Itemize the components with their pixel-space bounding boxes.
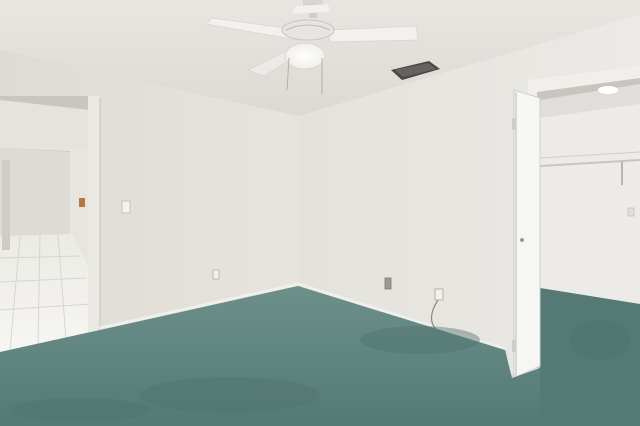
- electrical-outlet: [212, 269, 220, 280]
- light-switch: [121, 200, 131, 214]
- light-fixture: [284, 42, 326, 70]
- hallway-doorway: [0, 96, 101, 354]
- closet-back-wall: [540, 104, 640, 304]
- electrical-outlet: [384, 277, 392, 290]
- hallway-tile-floor: [0, 234, 90, 352]
- bedroom-photo: [0, 0, 640, 426]
- closet: [537, 78, 640, 426]
- cable-outlet: [434, 288, 444, 301]
- closet-bifold-door: [507, 89, 541, 379]
- door-knob: [520, 238, 524, 242]
- fan-motor-housing: [281, 19, 335, 41]
